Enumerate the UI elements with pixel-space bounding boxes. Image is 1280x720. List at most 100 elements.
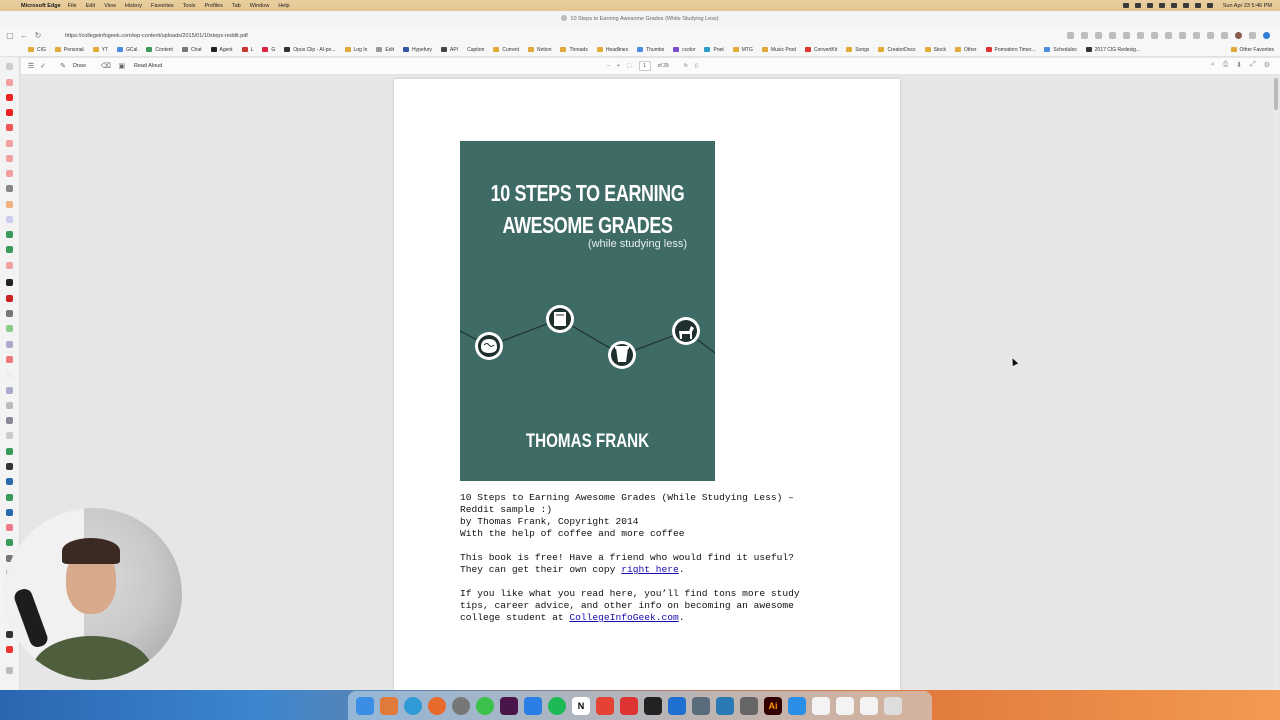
print-icon[interactable]: ⎙ [1223, 61, 1229, 69]
tab-favicon-icon[interactable] [6, 463, 13, 470]
extension-icon[interactable] [1123, 32, 1130, 39]
zoom-out-button[interactable]: − [607, 63, 610, 69]
wifi-icon[interactable] [1194, 3, 1201, 8]
bing-copilot-icon[interactable] [1263, 32, 1270, 39]
extension-icon[interactable] [1137, 32, 1144, 39]
firefox-icon[interactable] [428, 696, 446, 715]
favorite-item[interactable]: GCal [117, 47, 137, 53]
draw-button[interactable]: Draw [73, 63, 86, 69]
pdf-scrollbar[interactable] [1273, 76, 1279, 690]
collections-icon[interactable] [1207, 32, 1214, 39]
slack-icon[interactable] [500, 696, 518, 715]
tab-favicon-icon[interactable] [6, 170, 13, 177]
tab-favicon-icon[interactable] [6, 124, 13, 131]
favorite-item[interactable]: Personal [54, 47, 84, 53]
menu-favorites[interactable]: Favorites [151, 3, 174, 9]
erase-icon[interactable]: ⌫ [100, 62, 112, 70]
highlight-icon[interactable]: ✓ [37, 62, 49, 70]
extension-icon[interactable] [1151, 32, 1158, 39]
tab-favicon-icon[interactable] [6, 448, 13, 455]
favorite-item[interactable]: Songs [846, 47, 869, 53]
launchpad-icon[interactable] [380, 696, 398, 715]
extension-icon[interactable] [1179, 32, 1186, 39]
favorite-item[interactable]: Thumbs [637, 47, 664, 53]
favorite-item[interactable]: MTG [732, 47, 753, 53]
menu-help[interactable]: Help [278, 3, 289, 9]
favorite-item[interactable]: Log In [344, 47, 367, 53]
other-favorites[interactable]: Other Favorites [1230, 47, 1274, 53]
youtube-icon[interactable] [6, 94, 13, 101]
url-field[interactable]: https://collegeinfogeek.com/wp-content/u… [65, 33, 965, 39]
window-title[interactable]: 10 Steps to Earning Awesome Grades (Whil… [570, 16, 718, 22]
spotify-icon[interactable] [548, 696, 566, 715]
document-icon[interactable] [860, 696, 878, 715]
favorite-item[interactable]: Pomodoro Timer... [985, 47, 1035, 53]
favorite-item[interactable]: YT [92, 47, 108, 53]
save-icon[interactable]: ⬇ [1236, 61, 1242, 69]
menu-tools[interactable]: Tools [183, 3, 196, 9]
tab-favicon-icon[interactable] [6, 478, 13, 485]
favorite-item[interactable]: Stock [924, 47, 946, 53]
favorite-item[interactable]: Hypefury [403, 47, 432, 53]
tab-favicon-icon[interactable] [6, 246, 13, 253]
zoom-in-button[interactable]: + [617, 63, 620, 69]
extension-icon[interactable] [1165, 32, 1172, 39]
favorite-item[interactable]: Content [146, 47, 173, 53]
favorite-item[interactable]: CreatorDocs [878, 47, 916, 53]
sidebar-toggle-icon[interactable]: ▢ [3, 31, 17, 40]
vscode-icon[interactable] [668, 696, 686, 715]
favorite-item[interactable]: Notion [528, 47, 551, 53]
final-cut-icon[interactable] [644, 696, 662, 715]
tab-favicon-icon[interactable] [6, 325, 13, 332]
favorite-item[interactable]: Edit [376, 47, 394, 53]
menu-tab[interactable]: Tab [232, 3, 241, 9]
fullscreen-icon[interactable]: ⤢ [1250, 61, 1256, 69]
draw-pen-icon[interactable]: ✎ [57, 62, 69, 70]
page-number-input[interactable]: 1 [638, 61, 651, 71]
app-name-menu[interactable]: Microsoft Edge [21, 3, 61, 9]
settings-gear-icon[interactable] [452, 696, 470, 715]
app-icon[interactable] [692, 696, 710, 715]
edge-icon[interactable] [404, 696, 422, 715]
app-icon[interactable] [788, 696, 806, 715]
tab-favicon-icon[interactable] [6, 79, 13, 86]
tray-icon[interactable] [1134, 3, 1141, 8]
tab-favicon-icon[interactable] [6, 402, 13, 409]
tab-favicon-icon[interactable] [6, 231, 13, 238]
tab-favicon-icon[interactable] [6, 341, 13, 348]
app-icon[interactable] [740, 696, 758, 715]
tab-favicon-icon[interactable] [6, 310, 13, 317]
right-here-link[interactable]: right here [621, 564, 679, 575]
favorite-item[interactable]: G [262, 47, 275, 53]
menu-edit[interactable]: Edit [86, 3, 95, 9]
favorites-icon[interactable] [1193, 32, 1200, 39]
tab-favicon-icon[interactable] [6, 494, 13, 501]
tray-icon[interactable] [1146, 3, 1153, 8]
tab-favicon-icon[interactable] [6, 417, 13, 424]
favorite-item[interactable]: Threads [560, 47, 588, 53]
favorite-item[interactable]: Current [493, 47, 519, 53]
more-menu-icon[interactable] [1249, 32, 1256, 39]
favorite-item[interactable]: L [241, 47, 253, 53]
refresh-icon[interactable]: ↻ [31, 31, 45, 40]
finder-icon[interactable] [356, 696, 374, 715]
search-icon[interactable] [1206, 3, 1213, 8]
favorite-item[interactable]: Music Prod [761, 47, 796, 53]
document-icon[interactable] [812, 696, 830, 715]
tab-favicon-icon[interactable] [6, 262, 13, 269]
tray-icon[interactable] [1122, 3, 1129, 8]
contents-icon[interactable]: ☰ [25, 62, 37, 70]
messages-icon[interactable] [476, 696, 494, 715]
read-aloud-button[interactable]: Read Aloud [134, 63, 162, 69]
tab-favicon-icon[interactable] [6, 201, 13, 208]
favorite-item[interactable]: Agent [210, 47, 233, 53]
youtube-icon[interactable] [6, 109, 13, 116]
todoist-icon[interactable] [596, 696, 614, 715]
text-icon[interactable]: ▣ [116, 62, 128, 70]
zoom-icon[interactable] [1067, 32, 1074, 39]
favorite-item[interactable]: Caption [467, 47, 484, 53]
page-view-icon[interactable]: ▯ [695, 63, 698, 69]
app-store-icon[interactable] [524, 696, 542, 715]
tab-favicon-icon[interactable] [6, 155, 13, 162]
favorite-star-icon[interactable] [1095, 32, 1102, 39]
